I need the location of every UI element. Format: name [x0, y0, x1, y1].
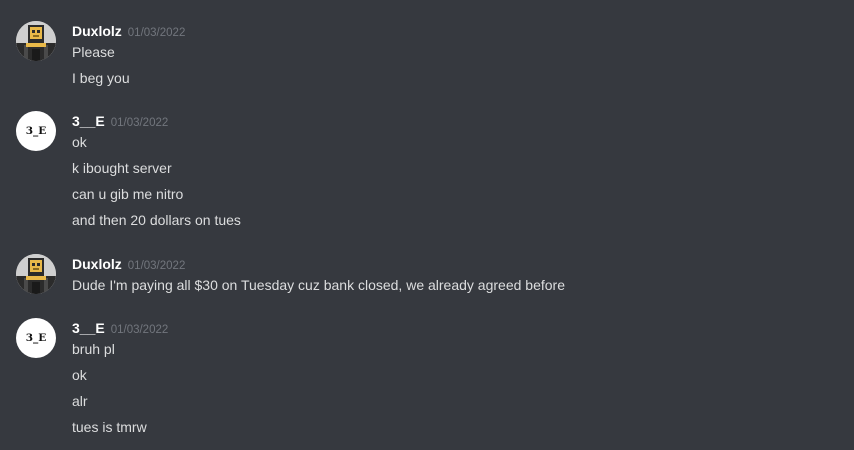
chat-message-list: Duxlolz 01/03/2022 Please I beg you 3_E 3… [0, 0, 854, 450]
message-text: bruh pl [72, 341, 115, 357]
message-text: alr [72, 393, 88, 409]
message-text: and then 20 dollars on tues [72, 212, 241, 228]
avatar-label: 3_E [25, 332, 47, 344]
message-header: 3__E 01/03/2022 [72, 111, 168, 131]
message-header: Duxlolz 01/03/2022 [72, 21, 185, 41]
avatar[interactable]: 3_E [16, 111, 56, 151]
username[interactable]: Duxlolz [72, 256, 122, 272]
timestamp: 01/03/2022 [110, 324, 169, 336]
username[interactable]: 3__E [72, 320, 105, 336]
timestamp: 01/03/2022 [127, 260, 186, 272]
pixel-robot-icon [16, 21, 56, 61]
message-header: Duxlolz 01/03/2022 [72, 254, 185, 274]
message-text: ok [72, 134, 87, 150]
message-text: ok [72, 367, 87, 383]
username[interactable]: Duxlolz [72, 23, 122, 39]
message-text: tues is tmrw [72, 419, 147, 435]
message-text: can u gib me nitro [72, 186, 184, 202]
message-text: Please [72, 44, 115, 60]
avatar-label: 3_E [25, 125, 47, 137]
message-text: k ibought server [72, 160, 172, 176]
avatar[interactable] [16, 21, 56, 61]
pixel-robot-icon [16, 254, 56, 294]
username[interactable]: 3__E [72, 113, 105, 129]
message-text: Dude I'm paying all $30 on Tuesday cuz b… [72, 277, 565, 293]
message-text: I beg you [72, 70, 130, 86]
avatar[interactable]: 3_E [16, 318, 56, 358]
avatar[interactable] [16, 254, 56, 294]
timestamp: 01/03/2022 [110, 117, 169, 129]
message-header: 3__E 01/03/2022 [72, 318, 168, 338]
timestamp: 01/03/2022 [127, 27, 186, 39]
